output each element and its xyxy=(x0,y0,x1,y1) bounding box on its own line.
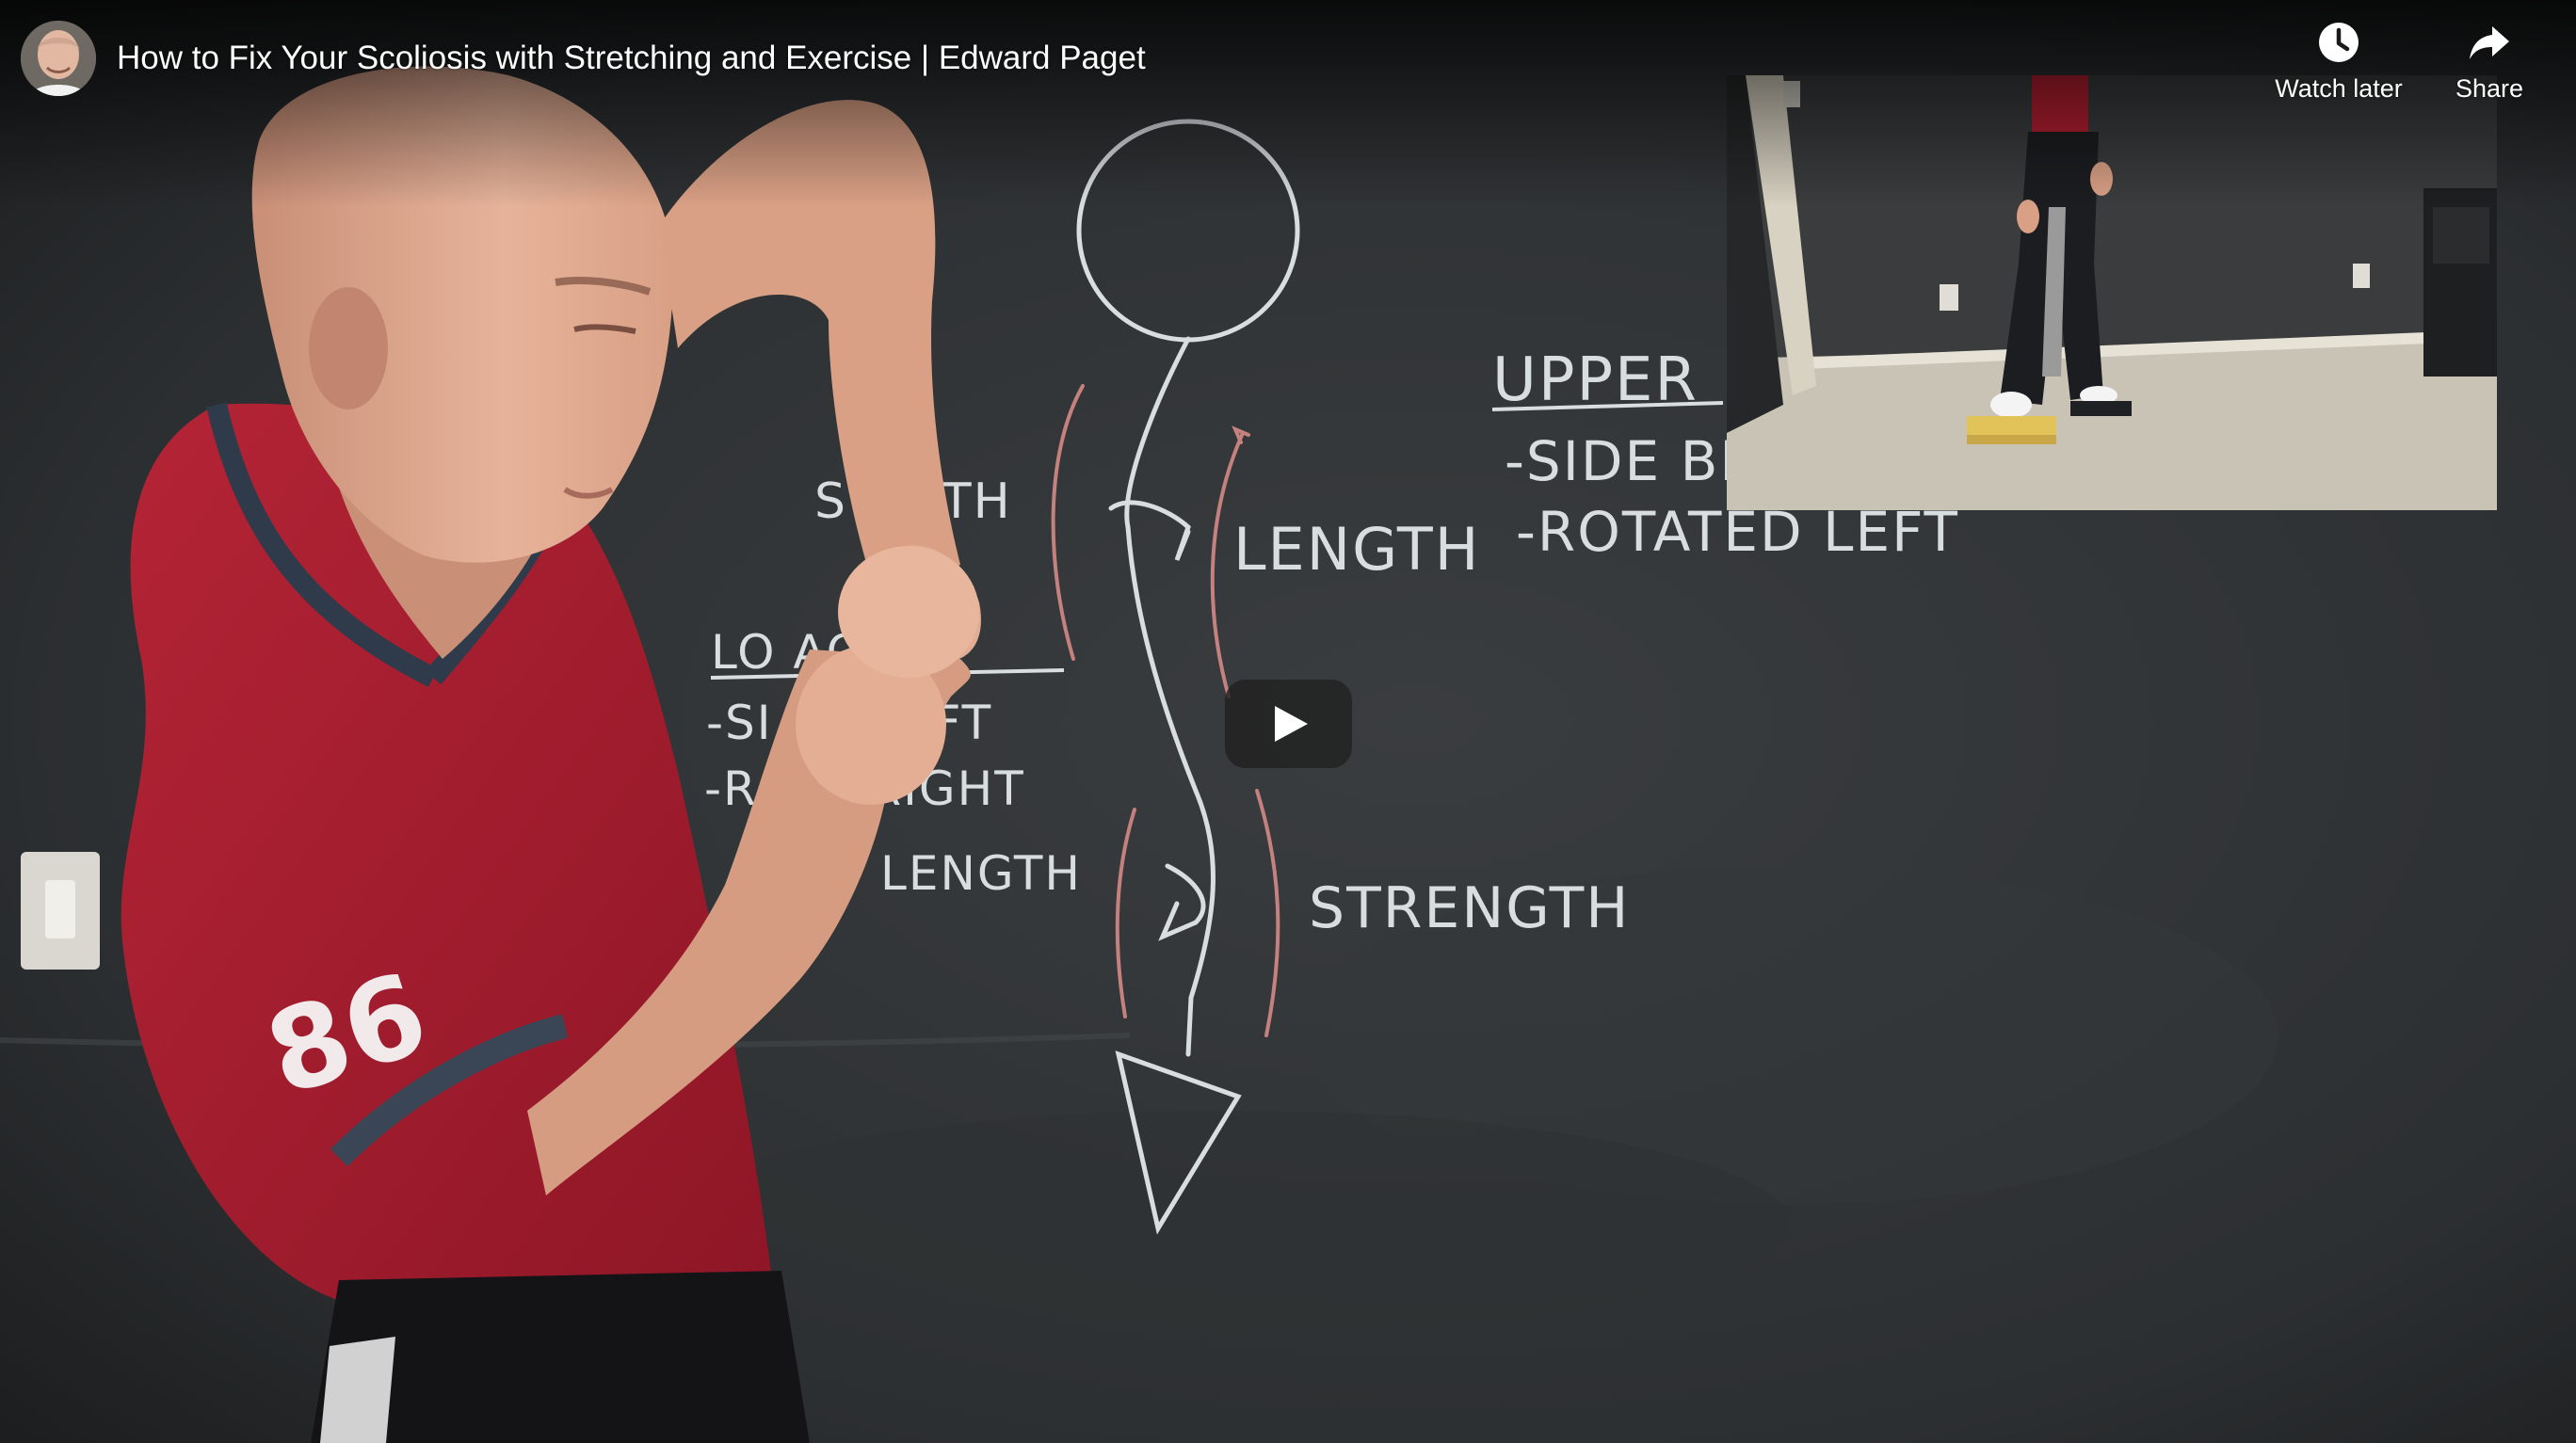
top-gradient-overlay xyxy=(0,0,2576,207)
video-title[interactable]: How to Fix Your Scoliosis with Stretchin… xyxy=(117,36,1146,81)
large-play-button[interactable] xyxy=(1225,680,1352,768)
channel-avatar[interactable] xyxy=(21,21,96,96)
chalk-strength-bottom: STRENGTH xyxy=(1309,875,1630,941)
chalk-upper-line1: -SIDE BE xyxy=(1505,429,1756,493)
chalk-length-top: LENGTH xyxy=(1233,515,1480,584)
avatar-image xyxy=(21,21,96,96)
share-label: Share xyxy=(2455,74,2524,103)
share-arrow-icon xyxy=(2466,19,2513,66)
play-icon xyxy=(1275,706,1308,742)
share-button[interactable]: Share xyxy=(2400,19,2576,113)
video-player[interactable]: UPPER -SIDE BE -ROTATED LEFT LENGTH S NG… xyxy=(0,0,2576,1443)
chalk-length-bottom: LENGTH xyxy=(880,846,1082,901)
clock-icon xyxy=(2315,19,2362,66)
